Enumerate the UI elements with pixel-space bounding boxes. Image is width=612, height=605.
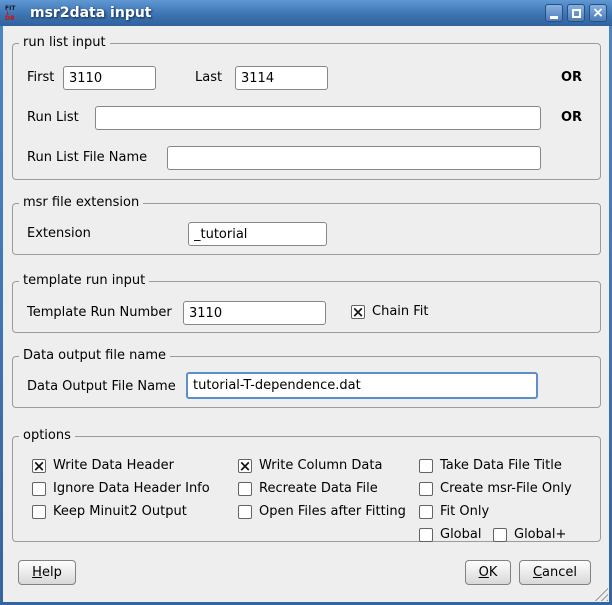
first-run-input[interactable] [63, 66, 156, 90]
write-data-header-checkbox-box[interactable]: × [32, 459, 46, 473]
group-template-run-input: template run input Template Run Number ×… [12, 281, 601, 333]
checkbox-write-data-header[interactable]: × Write Data Header [32, 458, 174, 473]
msr2data-app-icon: FIT ↓ DB [5, 4, 23, 22]
create-msr-file-only-checkbox-box[interactable] [419, 482, 433, 496]
first-label: First [27, 66, 54, 90]
run-list-input[interactable] [95, 106, 541, 130]
title-bar[interactable]: FIT ↓ DB msr2data input × [0, 0, 612, 26]
ignore-data-header-info-label: Ignore Data Header Info [53, 481, 210, 496]
data-output-file-name-input[interactable] [186, 372, 538, 399]
group-data-output-file-name: Data output file name Data Output File N… [12, 356, 601, 408]
minimize-icon [550, 16, 558, 19]
fit-only-label: Fit Only [440, 504, 489, 519]
group-msr-file-extension: msr file extension Extension [12, 203, 601, 255]
checkbox-ignore-data-header-info[interactable]: Ignore Data Header Info [32, 481, 210, 496]
keep-minuit2-output-checkbox-box[interactable] [32, 505, 46, 519]
msr2data-dialog-window: FIT ↓ DB msr2data input × run list input… [0, 0, 612, 605]
extension-label: Extension [27, 222, 91, 246]
cancel-button-mnemonic: C [533, 565, 542, 580]
maximize-button[interactable] [567, 4, 585, 22]
checkbox-global[interactable]: Global [419, 527, 481, 542]
global-checkbox-box[interactable] [419, 528, 433, 542]
open-files-after-fitting-label: Open Files after Fitting [259, 504, 406, 519]
global-plus-checkbox-box[interactable] [493, 528, 507, 542]
group-title-template-run-input: template run input [19, 273, 149, 288]
last-label: Last [195, 66, 222, 90]
close-button[interactable]: × [589, 4, 607, 22]
take-data-file-title-checkbox-box[interactable] [419, 459, 433, 473]
checkbox-open-files-after-fitting[interactable]: Open Files after Fitting [238, 504, 406, 519]
create-msr-file-only-label: Create msr-File Only [440, 481, 572, 496]
close-icon: × [592, 6, 604, 20]
dialog-content: run list input First Last OR Run List OR… [3, 26, 609, 602]
global-plus-label: Global+ [514, 527, 566, 542]
recreate-data-file-label: Recreate Data File [259, 481, 378, 496]
checkbox-recreate-data-file[interactable]: Recreate Data File [238, 481, 378, 496]
group-options: options × Write Data Header Ignore Data … [12, 436, 601, 542]
cancel-button-label: ancel [542, 565, 577, 580]
chain-fit-label: Chain Fit [372, 304, 429, 319]
ignore-data-header-info-checkbox-box[interactable] [32, 482, 46, 496]
ok-button-mnemonic: O [479, 565, 489, 580]
group-title-options: options [19, 428, 75, 443]
checkbox-keep-minuit2-output[interactable]: Keep Minuit2 Output [32, 504, 187, 519]
take-data-file-title-label: Take Data File Title [440, 458, 562, 473]
or-label-first-last: OR [561, 66, 582, 90]
write-column-data-checkbox-box[interactable]: × [238, 459, 252, 473]
or-label-run-list: OR [561, 106, 582, 130]
group-title-run-list-input: run list input [19, 35, 110, 50]
group-title-data-output-file-name: Data output file name [19, 348, 170, 363]
run-list-file-name-input[interactable] [167, 146, 541, 170]
chain-fit-checkbox-box[interactable]: × [351, 305, 365, 319]
checkbox-global-plus[interactable]: Global+ [493, 527, 566, 542]
cancel-button[interactable]: Cancel [519, 560, 591, 585]
write-column-data-label: Write Column Data [259, 458, 382, 473]
ok-button-label: K [489, 565, 498, 580]
template-run-number-input[interactable] [183, 301, 326, 325]
keep-minuit2-output-label: Keep Minuit2 Output [53, 504, 187, 519]
maximize-icon [572, 9, 581, 18]
minimize-button[interactable] [545, 4, 563, 22]
checkbox-create-msr-file-only[interactable]: Create msr-File Only [419, 481, 572, 496]
open-files-after-fitting-checkbox-box[interactable] [238, 505, 252, 519]
app-icon-db-text: DB [5, 16, 15, 21]
fit-only-checkbox-box[interactable] [419, 505, 433, 519]
extension-input[interactable] [188, 222, 327, 246]
write-data-header-label: Write Data Header [53, 458, 174, 473]
global-label: Global [440, 527, 481, 542]
data-output-file-name-label: Data Output File Name [27, 373, 176, 400]
checkbox-take-data-file-title[interactable]: Take Data File Title [419, 458, 562, 473]
resize-grip[interactable] [593, 586, 608, 601]
checkbox-chain-fit[interactable]: × Chain Fit [351, 304, 429, 319]
group-run-list-input: run list input First Last OR Run List OR… [12, 43, 601, 180]
checkbox-fit-only[interactable]: Fit Only [419, 504, 489, 519]
run-list-label: Run List [27, 106, 79, 130]
window-title: msr2data input [30, 5, 541, 21]
run-list-file-name-label: Run List File Name [27, 146, 147, 170]
checkbox-write-column-data[interactable]: × Write Column Data [238, 458, 382, 473]
ok-button[interactable]: OK [465, 560, 511, 585]
template-run-number-label: Template Run Number [27, 301, 172, 325]
help-button-label: elp [42, 565, 62, 580]
recreate-data-file-checkbox-box[interactable] [238, 482, 252, 496]
help-button[interactable]: Help [18, 560, 76, 585]
help-button-mnemonic: H [32, 565, 42, 580]
last-run-input[interactable] [235, 66, 328, 90]
group-title-msr-file-extension: msr file extension [19, 195, 143, 210]
